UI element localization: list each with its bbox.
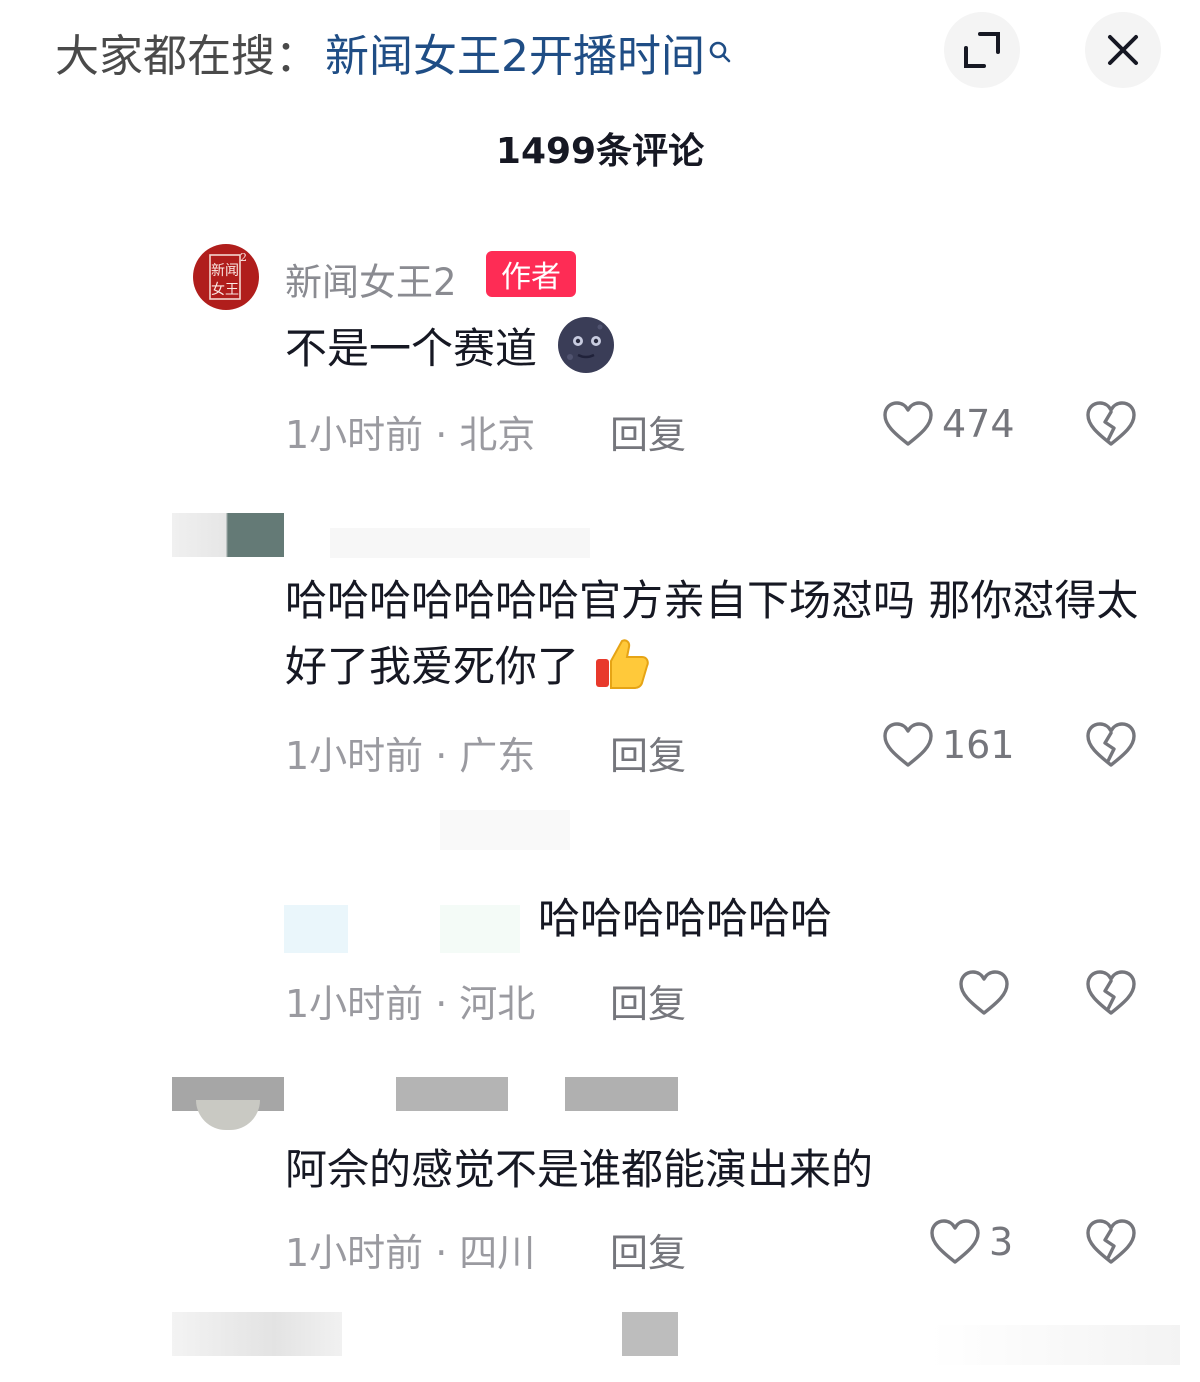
dislike-button[interactable] bbox=[1085, 1218, 1137, 1270]
blurred-username-extra bbox=[565, 1077, 678, 1111]
comment-time: 1小时前 bbox=[285, 1231, 424, 1275]
close-button[interactable] bbox=[1085, 12, 1161, 88]
blurred-avatar-lower bbox=[196, 1100, 260, 1130]
moon-face-emoji-icon bbox=[558, 317, 615, 373]
comment-meta: 1小时前 · 河北 bbox=[285, 982, 536, 1026]
comment-location: 四川 bbox=[459, 1231, 536, 1275]
comment-text-content: 哈哈哈哈哈哈哈官方亲自下场怼吗 那你怼得太好了我爱死你了 bbox=[285, 576, 1139, 691]
broken-heart-icon bbox=[1086, 970, 1136, 1015]
blurred-avatar bbox=[284, 905, 348, 953]
blurred-avatar bbox=[172, 1312, 342, 1356]
comment-time: 1小时前 bbox=[285, 413, 424, 457]
like-button[interactable]: 474 bbox=[882, 400, 1015, 448]
blurred-username bbox=[330, 528, 590, 558]
expand-button[interactable] bbox=[944, 12, 1020, 88]
like-count: 161 bbox=[942, 723, 1015, 767]
search-prefix: 大家都在搜： bbox=[55, 31, 319, 82]
comment-count-title: 1499条评论 bbox=[495, 131, 705, 172]
blurred-avatar bbox=[172, 513, 284, 557]
heart-icon bbox=[930, 1219, 980, 1264]
svg-text:女王: 女王 bbox=[211, 281, 239, 298]
dislike-button[interactable] bbox=[1085, 969, 1137, 1021]
dislike-button[interactable] bbox=[1085, 721, 1137, 773]
close-icon bbox=[1108, 35, 1138, 65]
thumbs-up-emoji-icon bbox=[596, 639, 650, 689]
comment-text-content: 不是一个赛道 bbox=[285, 324, 538, 373]
like-button[interactable] bbox=[958, 969, 1018, 1017]
username[interactable]: 新闻女王2 bbox=[285, 252, 457, 306]
reply-button[interactable]: 回复 bbox=[610, 973, 686, 1028]
broken-heart-icon bbox=[1086, 401, 1136, 446]
heart-icon bbox=[959, 970, 1009, 1015]
brand-logo-icon: 新闻 女王 2 bbox=[209, 251, 247, 300]
svg-text:2: 2 bbox=[240, 251, 247, 264]
comment-time: 1小时前 bbox=[285, 734, 424, 778]
comment-meta: 1小时前 · 北京 bbox=[285, 413, 536, 457]
blurred-username bbox=[396, 1077, 508, 1111]
comment-location: 河北 bbox=[459, 982, 536, 1026]
avatar[interactable]: 新闻 女王 2 bbox=[193, 244, 259, 310]
comment-meta: 1小时前 · 四川 bbox=[285, 1231, 536, 1275]
blurred-region bbox=[440, 810, 570, 850]
comment-text: 不是一个赛道 bbox=[285, 315, 616, 382]
blurred-username bbox=[440, 905, 520, 953]
broken-heart-icon bbox=[1086, 1219, 1136, 1264]
comment-text: 哈哈哈哈哈哈哈 bbox=[538, 894, 833, 943]
like-button[interactable]: 3 bbox=[929, 1218, 1013, 1266]
comment-text: 阿佘的感觉不是谁都能演出来的 bbox=[285, 1145, 874, 1194]
broken-heart-icon bbox=[1086, 722, 1136, 767]
reply-button[interactable]: 回复 bbox=[610, 404, 686, 459]
author-badge: 作者 bbox=[486, 251, 576, 297]
heart-icon bbox=[883, 401, 933, 446]
search-suggestion-bar[interactable]: 大家都在搜： 新闻女王2开播时间 bbox=[55, 22, 733, 82]
comment-time: 1小时前 bbox=[285, 982, 424, 1026]
like-count: 474 bbox=[942, 402, 1015, 446]
like-count: 3 bbox=[989, 1220, 1014, 1264]
reply-button[interactable]: 回复 bbox=[610, 725, 686, 780]
blurred-region bbox=[930, 1325, 1180, 1365]
search-query-link[interactable]: 新闻女王2开播时间 bbox=[325, 20, 705, 84]
like-button[interactable]: 161 bbox=[882, 721, 1015, 769]
comment-location: 广东 bbox=[459, 734, 536, 778]
dislike-button[interactable] bbox=[1085, 400, 1137, 452]
comment-text: 哈哈哈哈哈哈哈官方亲自下场怼吗 那你怼得太好了我爱死你了 bbox=[285, 568, 1165, 700]
comment-meta: 1小时前 · 广东 bbox=[285, 734, 536, 778]
search-icon bbox=[707, 25, 733, 76]
heart-icon bbox=[883, 722, 933, 767]
reply-button[interactable]: 回复 bbox=[610, 1222, 686, 1277]
comment-location: 北京 bbox=[459, 413, 536, 457]
svg-text:新闻: 新闻 bbox=[211, 263, 239, 279]
expand-icon bbox=[964, 32, 1000, 68]
blurred-username bbox=[622, 1312, 678, 1356]
